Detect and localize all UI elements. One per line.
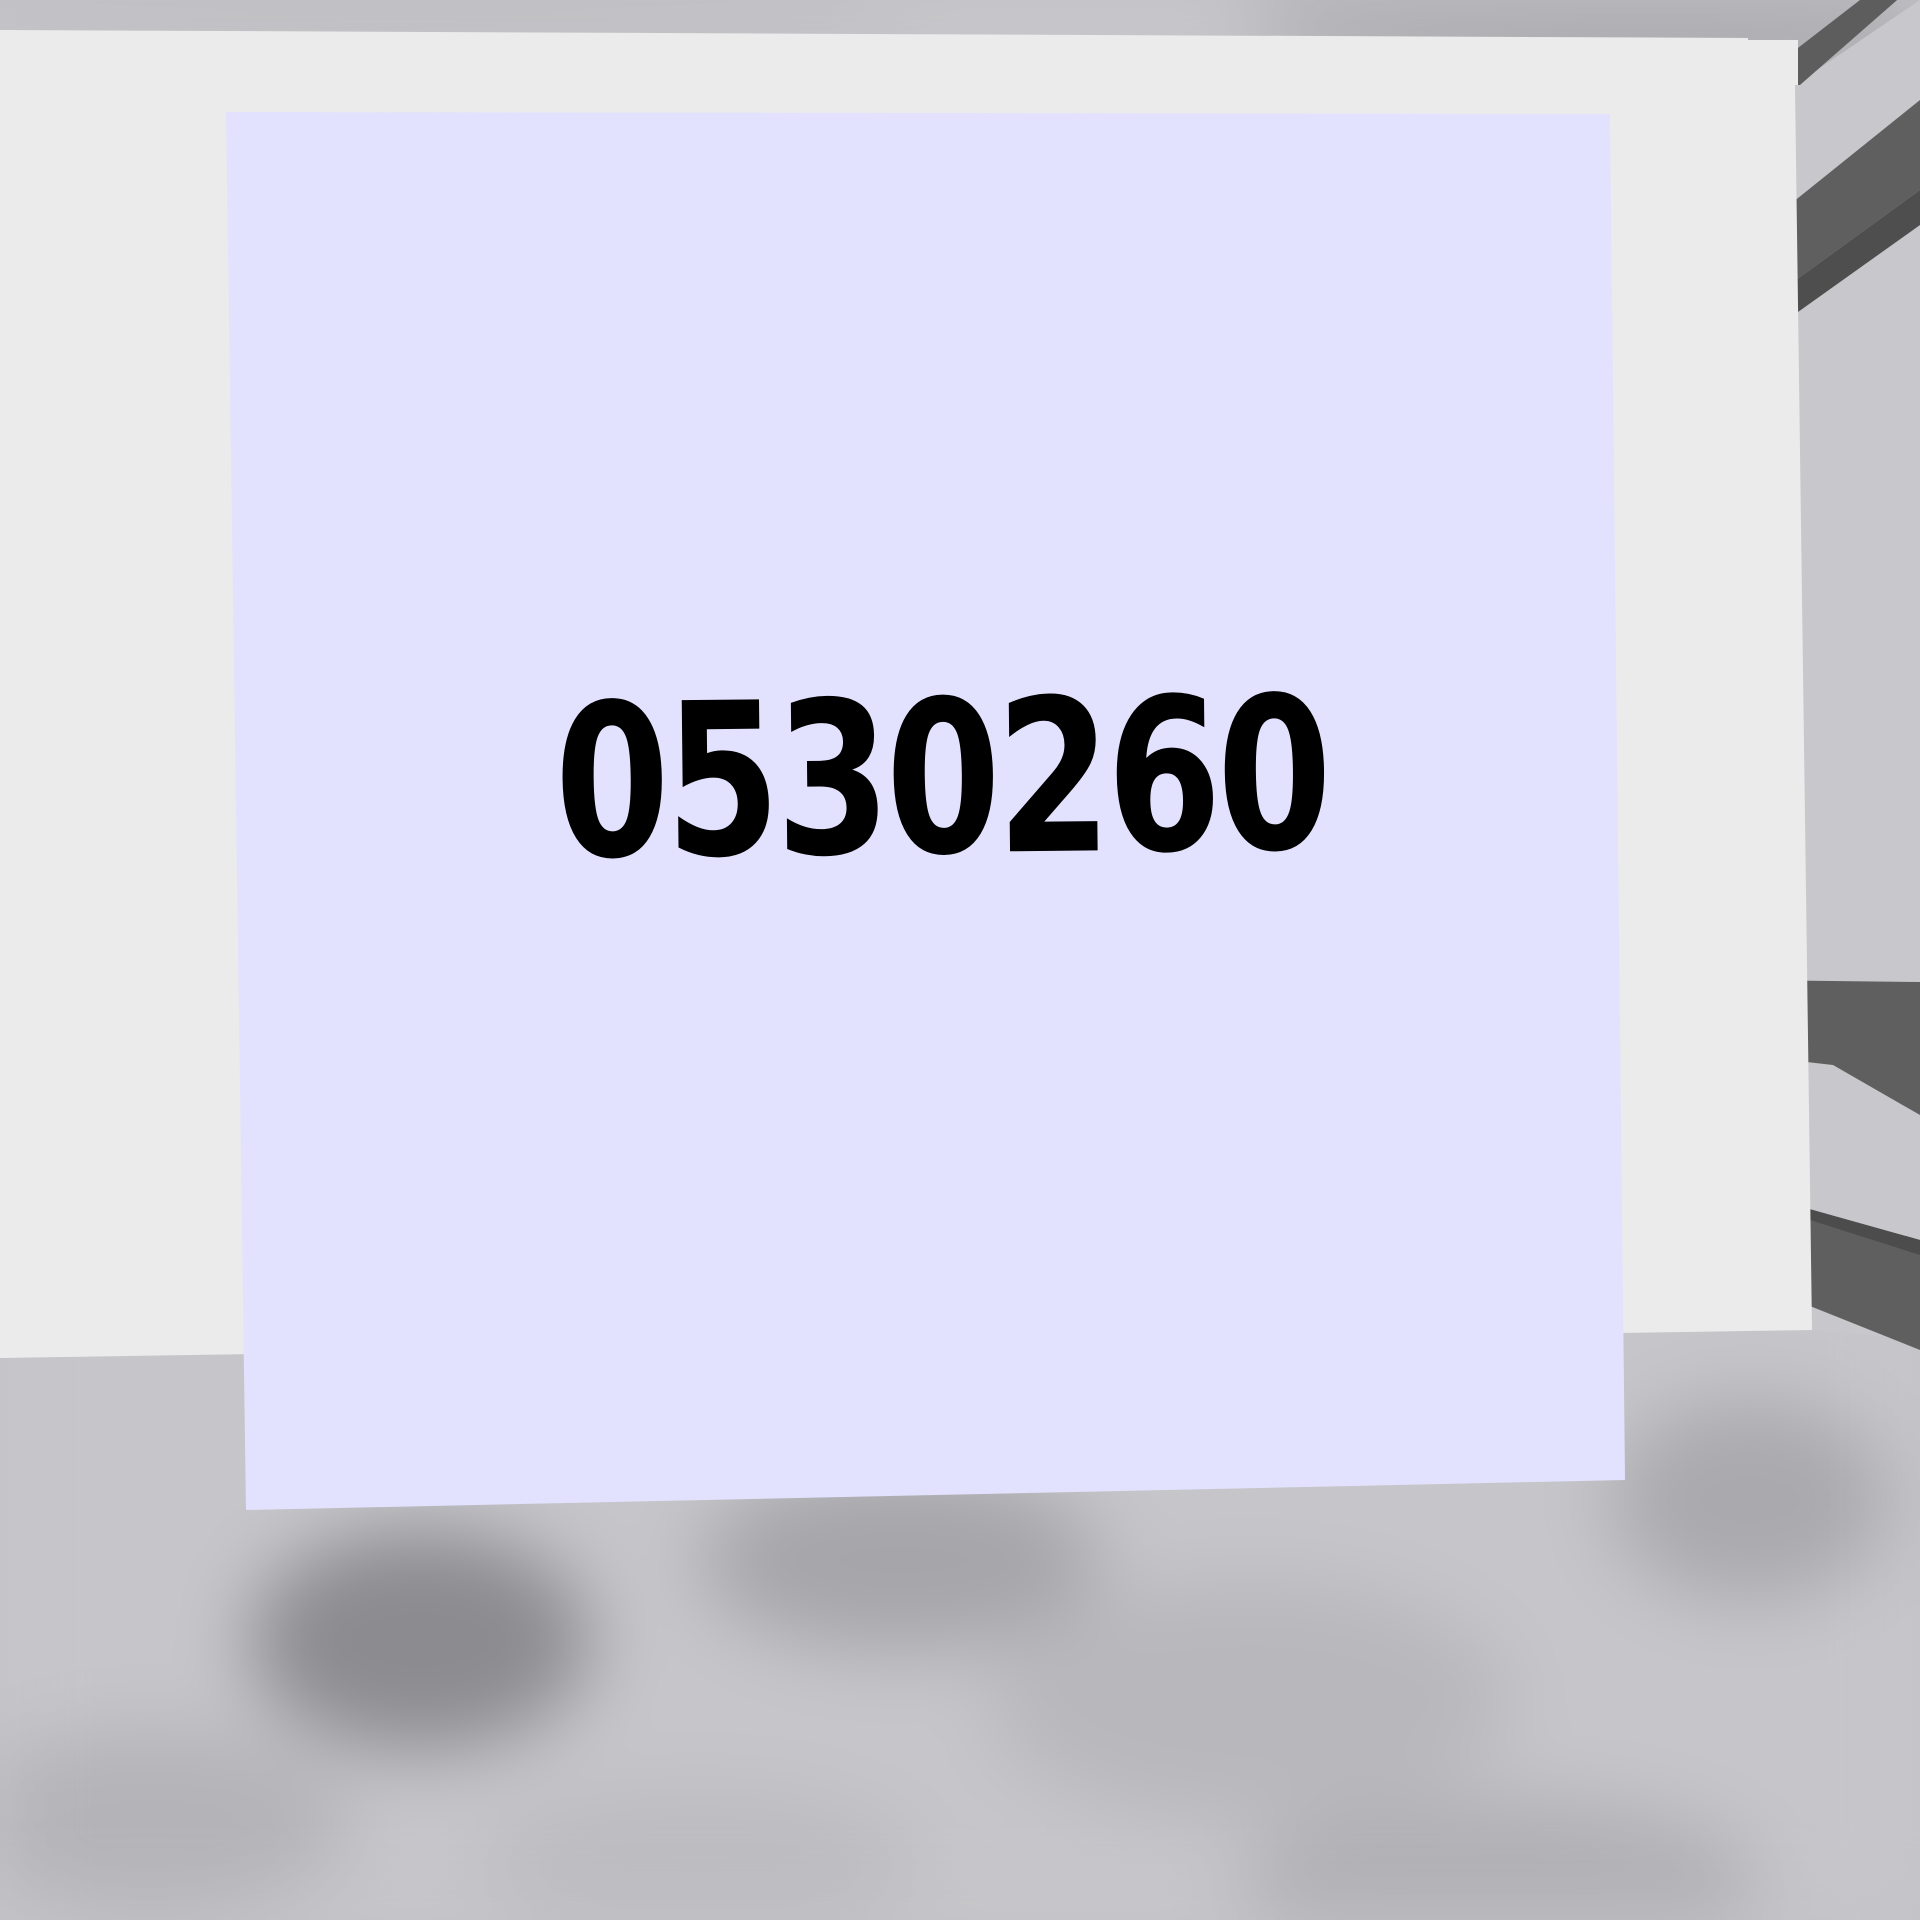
sticky-note <box>226 112 1625 1510</box>
game-scene: 0530260 <box>0 0 1920 1920</box>
note-code-text: 0530260 <box>553 650 1329 907</box>
